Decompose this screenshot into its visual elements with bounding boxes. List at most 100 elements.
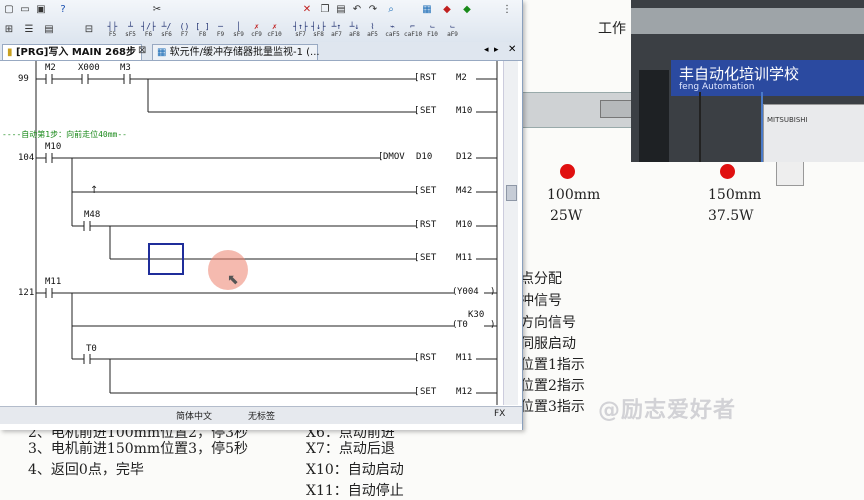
fkey-operation[interactable]: ⌁ caF5 [384, 22, 401, 40]
slide-label-work: 工作 [598, 21, 626, 37]
ladder-cursor[interactable] [148, 243, 184, 275]
list-icon[interactable]: ☰ [22, 23, 36, 37]
fkey-falling[interactable]: ┤↓├ sF8 [310, 22, 327, 40]
ladder-mode-icon[interactable]: ⊟ [82, 23, 96, 37]
io-list-item: 方向信号 [520, 315, 576, 331]
position-marker-3 [720, 164, 735, 179]
window-icon[interactable]: ▤ [42, 23, 56, 37]
fkey-delete-hline[interactable]: ✗ cF9 [248, 22, 265, 40]
navigation-icon[interactable]: ⊞ [2, 23, 16, 37]
position-3-power: 37.5W [708, 208, 754, 224]
fkey-af9[interactable]: ⌙ aF9 [444, 22, 461, 40]
gx-works-window: ▢ ▭ ▣ ? ✂ ✕ ❐ ▤ ↶ ↷ ⌕ ▦ ◆ ◆ ⋮ ⊞ ☰ ▤ ⊟ ┤├… [0, 0, 523, 430]
camera-inset: 丰自动化培训学校 feng Automation MITSUBISHI [631, 0, 864, 162]
fkey-delete-vline[interactable]: ✗ cF10 [266, 22, 283, 40]
io-list-item: 位置3指示 [520, 399, 585, 415]
paste-icon[interactable]: ▤ [334, 3, 348, 17]
position-3-distance: 150mm [708, 187, 762, 203]
step-number: 121 [18, 288, 35, 298]
camera-cables [699, 92, 763, 162]
fkey-contact-nc-parallel[interactable]: ┴/sF6 [158, 22, 175, 40]
coil-instruction: RST [420, 73, 437, 83]
fkey-hline[interactable]: ─ F9 [212, 22, 229, 40]
position-2-power: 25W [550, 208, 583, 224]
open-folder-icon[interactable]: ▭ [18, 3, 32, 17]
undo-icon[interactable]: ↶ [350, 3, 364, 17]
coil-device: M42 [456, 186, 473, 196]
camera-banner-text: 丰自动化培训学校 [679, 65, 800, 83]
step-number: 104 [18, 153, 35, 163]
step-line: 4、返回0点，完毕 [28, 462, 144, 478]
tab-scroll-right-icon[interactable]: ▸ [494, 45, 499, 55]
fkey-vline[interactable]: │ sF9 [230, 22, 247, 40]
contact-label: M11 [45, 277, 62, 287]
io-list-item: 位置2指示 [520, 378, 585, 394]
fkey-contact-nc[interactable]: ┤/├ F6 [140, 22, 157, 40]
tab-label: [PRG]写入 MAIN 268步 [15, 47, 136, 58]
fkey-rising-parallel[interactable]: ┴↑ aF7 [328, 22, 345, 40]
status-fx: FX [494, 409, 506, 419]
help-icon[interactable]: ? [56, 3, 70, 17]
fkey-contact-no[interactable]: ┤├ F5 [104, 22, 121, 40]
copy-icon[interactable]: ❐ [318, 3, 332, 17]
status-bar: 简体中文 无标签 FX [0, 406, 522, 424]
toolbar: ▢ ▭ ▣ ? ✂ ✕ ❐ ▤ ↶ ↷ ⌕ ▦ ◆ ◆ ⋮ ⊞ ☰ ▤ ⊟ ┤├… [0, 0, 522, 43]
coil-instruction: SET [420, 387, 437, 397]
camera-rail [631, 8, 864, 34]
cut-icon[interactable]: ✂ [150, 3, 164, 17]
fkey-f10[interactable]: ⌙ F10 [424, 22, 441, 40]
monitor-tab-icon: ▦ [157, 47, 170, 58]
delete-icon[interactable]: ✕ [300, 3, 314, 17]
io-list-item: 冲信号 [520, 293, 562, 309]
tab-program-main[interactable]: ▮ [PRG]写入 MAIN 268步 [2, 44, 142, 60]
camera-banner-en: feng Automation [679, 82, 755, 92]
monitor-icon[interactable]: ▦ [420, 3, 434, 17]
coil-device: M12 [456, 387, 473, 397]
io-list-item: 伺服启动 [520, 336, 576, 352]
step-line: 3、电机前进150mm位置3，停5秒 [28, 441, 248, 457]
tab-scroll-left-icon[interactable]: ◂ [484, 45, 489, 55]
fkey-ladder[interactable]: ⌐ caF10 [404, 22, 422, 40]
fkey-rising[interactable]: ┤↑├ sF7 [292, 22, 309, 40]
coil-device: M10 [456, 220, 473, 230]
contact-label: M3 [120, 63, 131, 73]
toolbar-more-icon[interactable]: ⋮ [500, 3, 514, 17]
io-list-item: 点分配 [520, 271, 562, 287]
coil-instruction: SET [420, 253, 437, 263]
coil-device: M11 [456, 253, 473, 263]
save-icon[interactable]: ▣ [34, 3, 48, 17]
coil-arg: D10 [416, 152, 433, 162]
find-icon[interactable]: ⌕ [384, 3, 398, 17]
fkey-contact-parallel[interactable]: ┴ sF5 [122, 22, 139, 40]
servo-driver [639, 70, 669, 162]
write-plc-icon[interactable]: ◆ [440, 3, 454, 17]
coil-instruction: RST [420, 353, 437, 363]
rung-comment: ----自动第1步：向前走位40mm-- [2, 130, 127, 139]
tab-device-monitor[interactable]: ▦ 软元件/缓冲存储器批量监视-1 (... [152, 44, 320, 60]
coil-instruction: SET [420, 106, 437, 116]
tab-bar: ▮ [PRG]写入 MAIN 268步 ⊠ ▦ 软元件/缓冲存储器批量监视-1 … [0, 42, 522, 61]
io-list-item: 位置1指示 [520, 357, 585, 373]
close-icon[interactable]: ⊠ [138, 45, 146, 56]
vertical-scrollbar[interactable] [503, 61, 518, 405]
redo-icon[interactable]: ↷ [366, 3, 380, 17]
contact-label: M48 [84, 210, 101, 220]
fkey-invert[interactable]: ⌇ aF5 [364, 22, 381, 40]
tab-label: 软元件/缓冲存储器批量监视-1 (... [169, 47, 320, 58]
fkey-coil[interactable]: () F7 [176, 22, 193, 40]
fkey-instruction[interactable]: [ ] F8 [194, 22, 211, 40]
input-line: X7：点动后退 [306, 441, 395, 457]
fkey-falling-parallel[interactable]: ┴↓ aF8 [346, 22, 363, 40]
new-file-icon[interactable]: ▢ [2, 3, 16, 17]
scroll-thumb[interactable] [506, 185, 517, 201]
slide-sensor-figure [776, 160, 804, 186]
tab-close-icon[interactable]: ✕ [508, 44, 516, 55]
ladder-editor[interactable]: ↑ 99 104 121 M2 X000 M3 [ RST M2 [ SET M… [0, 61, 503, 405]
read-plc-icon[interactable]: ◆ [460, 3, 474, 17]
tab-program-icon: ▮ [7, 47, 16, 58]
contact-label: M2 [45, 63, 56, 73]
timer-constant: K30 [468, 310, 485, 320]
contact-label: M10 [45, 142, 62, 152]
position-2-distance: 100mm [547, 187, 601, 203]
coil-device: T0 [457, 320, 468, 330]
